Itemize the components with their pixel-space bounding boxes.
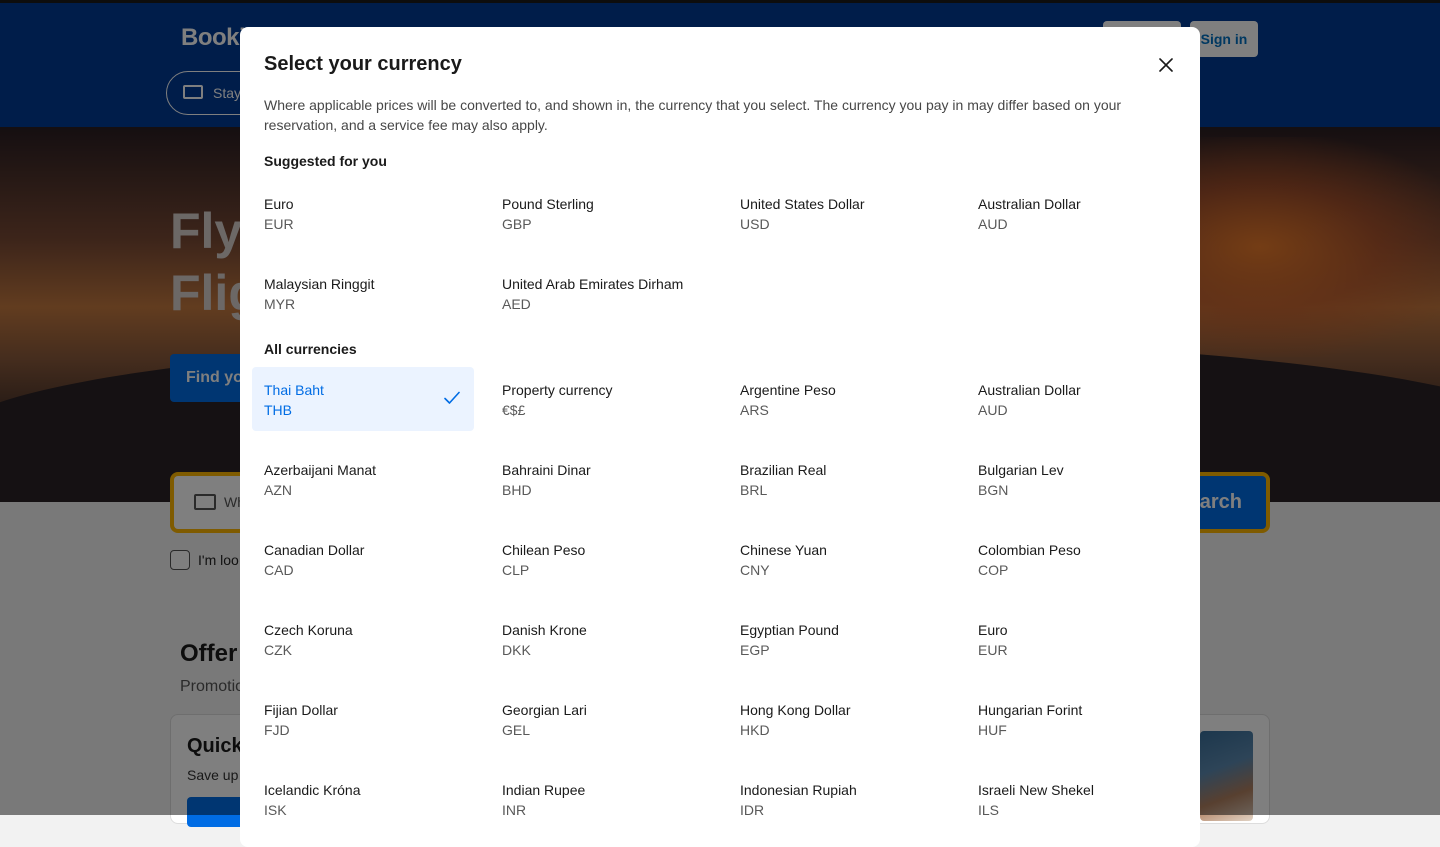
currency-option[interactable]: Indonesian Rupiah IDR bbox=[728, 767, 950, 831]
currency-option[interactable]: Chinese Yuan CNY bbox=[728, 527, 950, 591]
currency-code: HKD bbox=[740, 722, 770, 738]
suggested-title: Suggested for you bbox=[264, 153, 387, 169]
currency-option[interactable]: Malaysian Ringgit MYR bbox=[252, 261, 474, 325]
currency-option[interactable]: Argentine Peso ARS bbox=[728, 367, 950, 431]
currency-name: Bahraini Dinar bbox=[502, 462, 591, 478]
currency-name: Indian Rupee bbox=[502, 782, 586, 798]
currency-name: Euro bbox=[978, 622, 1008, 638]
currency-name: Azerbaijani Manat bbox=[264, 462, 377, 478]
currency-option[interactable]: Georgian Lari GEL bbox=[490, 687, 712, 751]
currency-option[interactable]: Hungarian Forint HUF bbox=[966, 687, 1188, 751]
currency-option[interactable]: Thai Baht THB bbox=[252, 367, 474, 431]
currency-name: Euro bbox=[264, 196, 294, 212]
currency-name: Malaysian Ringgit bbox=[264, 276, 375, 292]
currency-code: CZK bbox=[264, 642, 292, 658]
currency-code: ARS bbox=[740, 402, 769, 418]
modal-description: Where applicable prices will be converte… bbox=[264, 97, 1122, 133]
currency-code: CNY bbox=[740, 562, 770, 578]
currency-code: AUD bbox=[978, 216, 1008, 232]
currency-code: AUD bbox=[978, 402, 1008, 418]
currency-option[interactable]: Property currency €$£ bbox=[490, 367, 712, 431]
currency-code: CLP bbox=[502, 562, 530, 578]
currency-option[interactable]: Australian Dollar AUD bbox=[966, 367, 1188, 431]
currency-code: THB bbox=[264, 402, 292, 418]
currency-option[interactable]: Hong Kong Dollar HKD bbox=[728, 687, 950, 751]
currency-option[interactable]: Pound Sterling GBP bbox=[490, 181, 712, 245]
currency-code: BRL bbox=[740, 482, 768, 498]
currency-code: MYR bbox=[264, 296, 296, 312]
currency-modal: Select your currency Where applicable pr… bbox=[240, 27, 1200, 847]
currency-name: United States Dollar bbox=[740, 196, 865, 212]
currency-code: AZN bbox=[264, 482, 292, 498]
currency-option[interactable]: Fijian Dollar FJD bbox=[252, 687, 474, 751]
currency-name: Hungarian Forint bbox=[978, 702, 1083, 718]
currency-name: Egyptian Pound bbox=[740, 622, 839, 638]
currency-name: Pound Sterling bbox=[502, 196, 594, 212]
currency-code: INR bbox=[502, 802, 527, 818]
currency-name: Australian Dollar bbox=[978, 382, 1081, 398]
close-icon bbox=[1159, 58, 1173, 72]
currency-option[interactable]: Israeli New Shekel ILS bbox=[966, 767, 1188, 831]
currency-code: DKK bbox=[502, 642, 531, 658]
checkmark-icon bbox=[444, 391, 460, 404]
currency-name: Chinese Yuan bbox=[740, 542, 827, 558]
currency-code: EUR bbox=[264, 216, 294, 232]
currency-code: ISK bbox=[264, 802, 287, 818]
currency-code: CAD bbox=[264, 562, 294, 578]
currency-option[interactable]: Australian Dollar AUD bbox=[966, 181, 1188, 245]
currency-name: Argentine Peso bbox=[740, 382, 836, 398]
currency-name: Canadian Dollar bbox=[264, 542, 365, 558]
currency-code: GEL bbox=[502, 722, 531, 738]
currency-option[interactable]: Danish Krone DKK bbox=[490, 607, 712, 671]
currency-option[interactable]: Indian Rupee INR bbox=[490, 767, 712, 831]
currency-option[interactable]: United States Dollar USD bbox=[728, 181, 950, 245]
currency-option[interactable]: Czech Koruna CZK bbox=[252, 607, 474, 671]
currency-name: Australian Dollar bbox=[978, 196, 1081, 212]
currency-option[interactable]: Colombian Peso COP bbox=[966, 527, 1188, 591]
currency-code: EUR bbox=[978, 642, 1008, 658]
currency-code: AED bbox=[502, 296, 531, 312]
currency-name: Fijian Dollar bbox=[264, 702, 338, 718]
currency-name: Hong Kong Dollar bbox=[740, 702, 851, 718]
currency-option[interactable]: Euro EUR bbox=[966, 607, 1188, 671]
currency-code: COP bbox=[978, 562, 1009, 578]
modal-title: Select your currency bbox=[264, 53, 462, 75]
currency-code: HUF bbox=[978, 722, 1007, 738]
currency-option[interactable]: Bulgarian Lev BGN bbox=[966, 447, 1188, 511]
currency-name: Colombian Peso bbox=[978, 542, 1081, 558]
currency-name: Bulgarian Lev bbox=[978, 462, 1064, 478]
currency-option[interactable]: Brazilian Real BRL bbox=[728, 447, 950, 511]
currency-code: IDR bbox=[740, 802, 765, 818]
currency-code: €$£ bbox=[502, 402, 526, 418]
all-currencies-title: All currencies bbox=[264, 341, 357, 357]
currency-name: Czech Koruna bbox=[264, 622, 353, 638]
currency-code: ILS bbox=[978, 802, 1000, 818]
currency-option[interactable]: Azerbaijani Manat AZN bbox=[252, 447, 474, 511]
currency-name: Thai Baht bbox=[264, 382, 324, 398]
currency-code: GBP bbox=[502, 216, 532, 232]
currency-name: Property currency bbox=[502, 382, 613, 398]
currency-option[interactable]: Chilean Peso CLP bbox=[490, 527, 712, 591]
currency-name: Brazilian Real bbox=[740, 462, 827, 478]
currency-option[interactable]: Bahraini Dinar BHD bbox=[490, 447, 712, 511]
currency-code: USD bbox=[740, 216, 770, 232]
currency-name: United Arab Emirates Dirham bbox=[502, 276, 684, 292]
currency-code: BGN bbox=[978, 482, 1009, 498]
currency-code: FJD bbox=[264, 722, 290, 738]
currency-option[interactable]: Egyptian Pound EGP bbox=[728, 607, 950, 671]
currency-option[interactable]: Icelandic Króna ISK bbox=[252, 767, 474, 831]
currency-name: Indonesian Rupiah bbox=[740, 782, 857, 798]
currency-name: Danish Krone bbox=[502, 622, 587, 638]
currency-name: Georgian Lari bbox=[502, 702, 587, 718]
currency-option[interactable]: Canadian Dollar CAD bbox=[252, 527, 474, 591]
currency-name: Icelandic Króna bbox=[264, 782, 361, 798]
currency-option[interactable]: Euro EUR bbox=[252, 181, 474, 245]
currency-code: BHD bbox=[502, 482, 532, 498]
currency-option[interactable]: United Arab Emirates Dirham AED bbox=[490, 261, 712, 325]
currency-name: Chilean Peso bbox=[502, 542, 586, 558]
currency-name: Israeli New Shekel bbox=[978, 782, 1094, 798]
currency-code: EGP bbox=[740, 642, 770, 658]
close-button[interactable] bbox=[1150, 49, 1182, 81]
